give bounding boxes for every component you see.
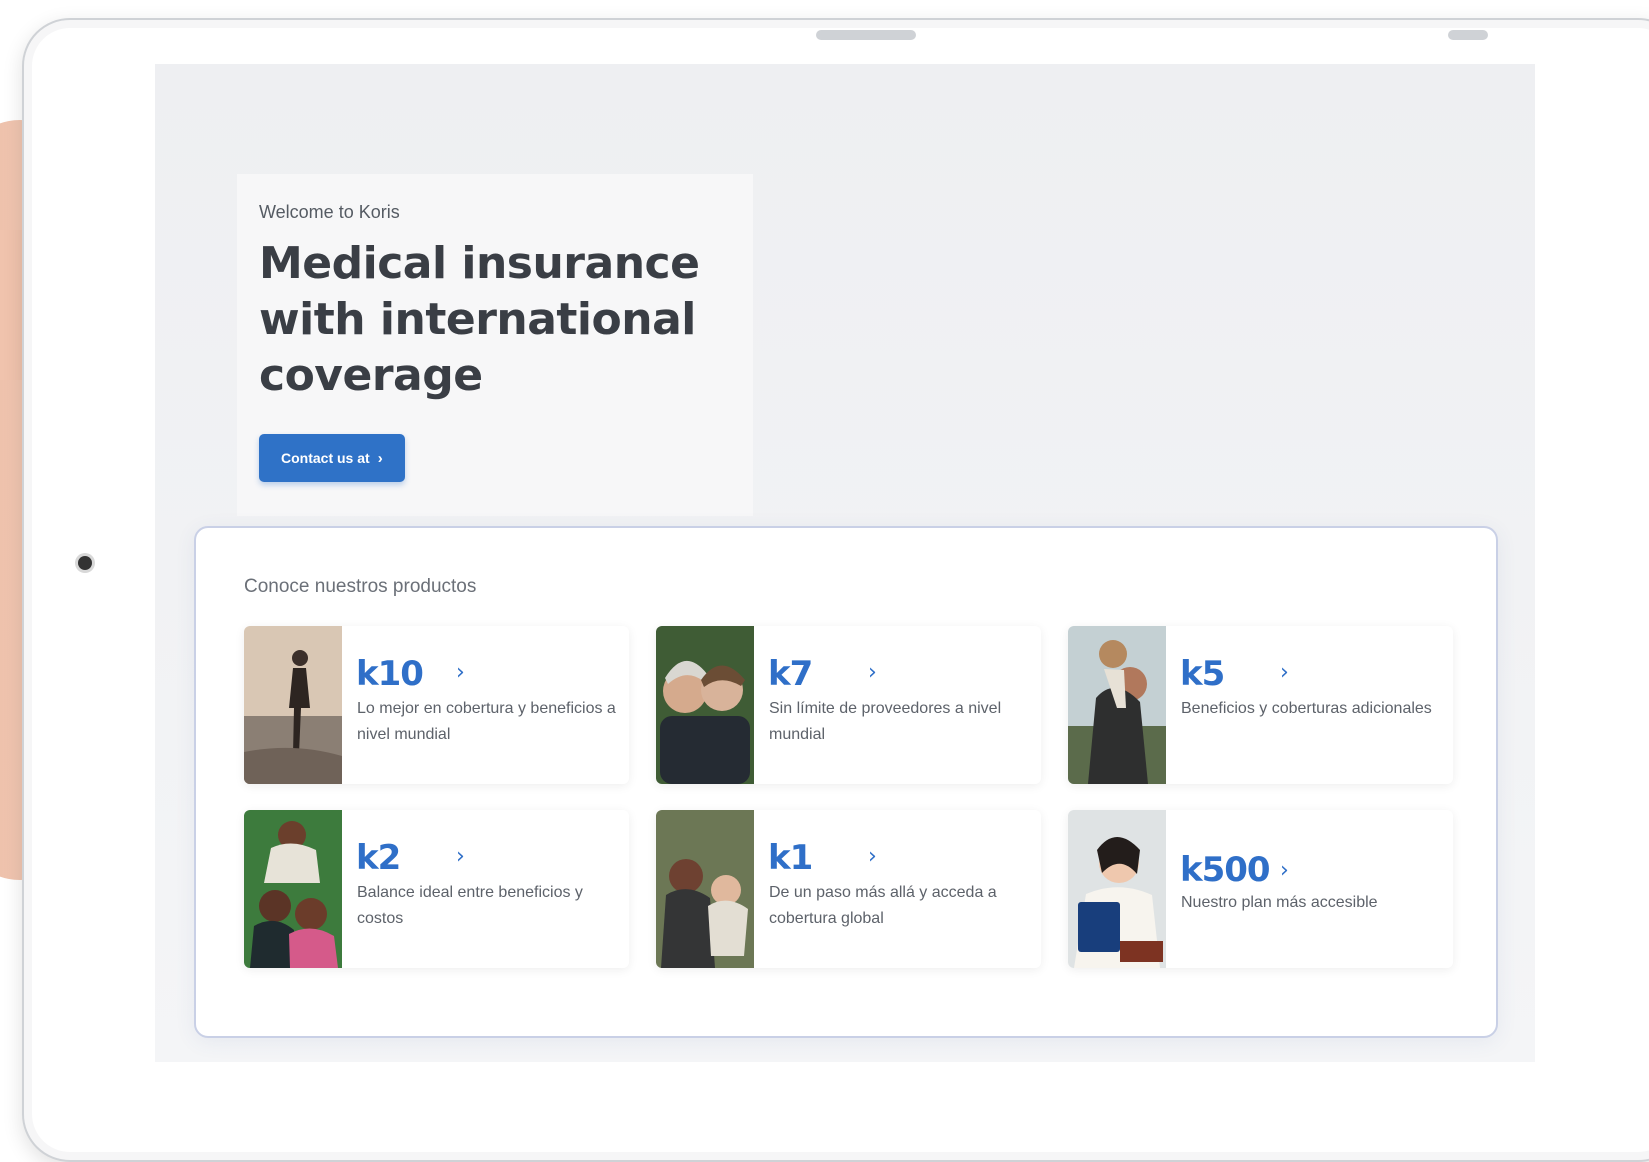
tablet-camera [78, 556, 92, 570]
product-card-k10[interactable]: k10 › Lo mejor en cobertura y beneficios… [244, 626, 629, 784]
product-name-k2: k2 [356, 838, 401, 878]
product-description-k5: Beneficios y coberturas adicionales [1181, 700, 1432, 717]
chevron-right-icon: › [456, 844, 465, 869]
product-description-k2: Balance ideal entre beneficios y costos [357, 884, 583, 927]
chevron-right-icon: › [1280, 660, 1289, 685]
contact-button-label: Contact us at [281, 450, 370, 466]
product-description-k500: Nuestro plan más accesible [1181, 894, 1378, 911]
product-description-k10: Lo mejor en cobertura y beneficios a niv… [357, 700, 616, 743]
products-panel: Conoce nuestros productos k10 › Lo mejor… [194, 526, 1498, 1038]
product-description-k1: De un paso más allá y acceda a cobertura… [769, 884, 997, 927]
product-image-k500 [1068, 810, 1166, 968]
chevron-right-icon: › [868, 660, 877, 685]
product-card-k5[interactable]: k5 › Beneficios y coberturas adicionales [1068, 626, 1453, 784]
chevron-right-icon: › [456, 660, 465, 685]
product-image-k7 [656, 626, 754, 784]
product-card-k2[interactable]: k2 › Balance ideal entre beneficios y co… [244, 810, 629, 968]
product-card-k1[interactable]: k1 › De un paso más allá y acceda a cobe… [656, 810, 1041, 968]
product-card-k7[interactable]: k7 › Sin límite de proveedores a nivel m… [656, 626, 1041, 784]
product-image-k5 [1068, 626, 1166, 784]
tablet-volume-button [816, 30, 916, 40]
chevron-right-icon: › [868, 844, 877, 869]
products-title: Conoce nuestros productos [244, 576, 477, 597]
hero-eyebrow: Welcome to Koris [259, 202, 400, 222]
chevron-right-icon: › [377, 449, 383, 467]
product-card-k500[interactable]: k500 › Nuestro plan más accesible [1068, 810, 1453, 968]
hero-headline: Medical insurance with international cov… [259, 238, 700, 401]
product-image-k2 [244, 810, 342, 968]
product-image-k1 [656, 810, 754, 968]
product-name-k500: k500 [1180, 850, 1271, 890]
product-description-k7: Sin límite de proveedores a nivel mundia… [769, 700, 1002, 743]
chevron-right-icon: › [1280, 858, 1289, 883]
contact-button[interactable]: Contact us at › [259, 434, 405, 482]
tablet-power-button [1448, 30, 1488, 40]
product-name-k5: k5 [1180, 654, 1225, 694]
product-name-k1: k1 [768, 838, 813, 878]
product-name-k7: k7 [768, 654, 813, 694]
product-name-k10: k10 [356, 654, 424, 694]
hero-card: Welcome to Koris Medical insurance with … [237, 174, 753, 516]
website-screen: Welcome to Koris Medical insurance with … [155, 64, 1535, 1062]
product-image-k10 [244, 626, 342, 784]
